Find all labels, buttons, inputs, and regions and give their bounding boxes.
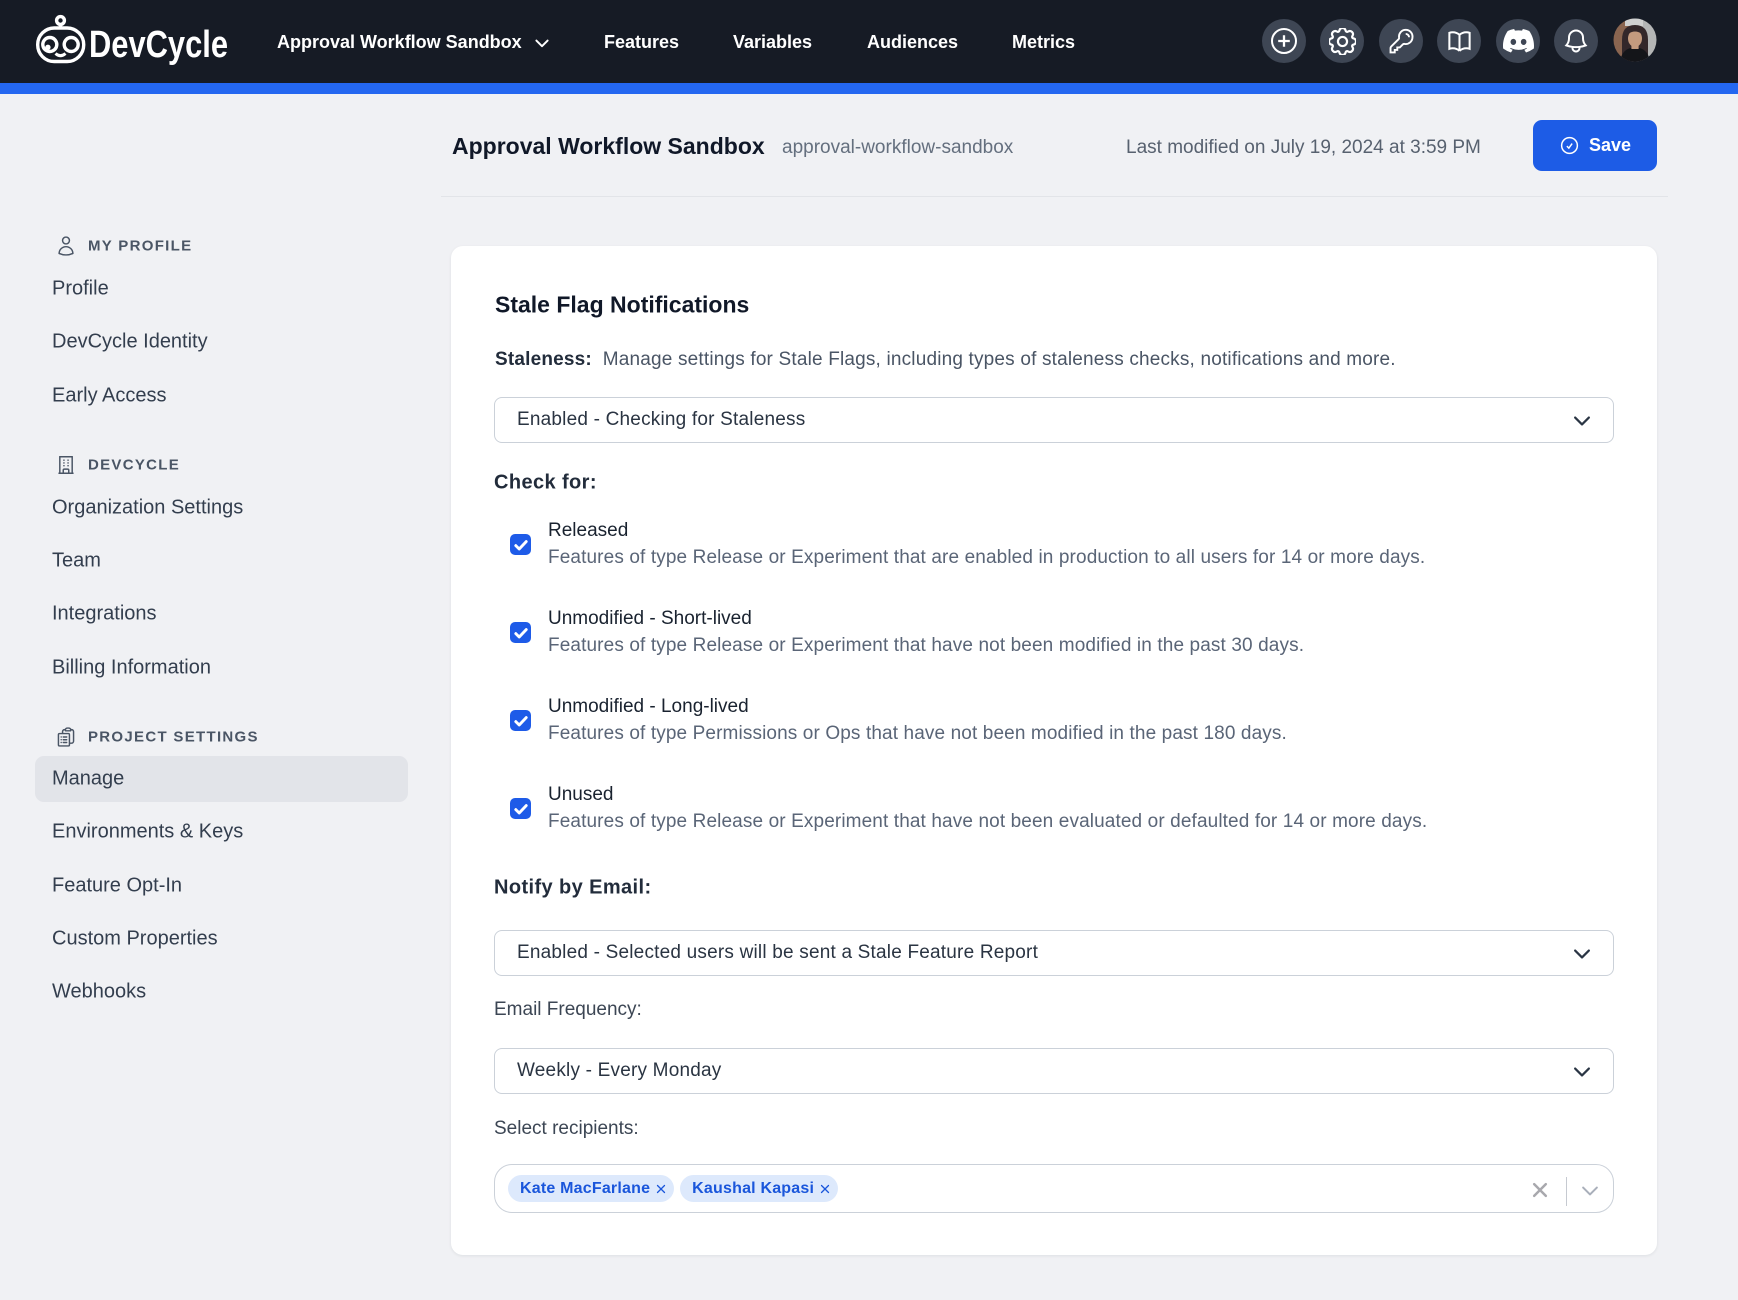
svg-text:DevCycle: DevCycle xyxy=(89,24,228,66)
